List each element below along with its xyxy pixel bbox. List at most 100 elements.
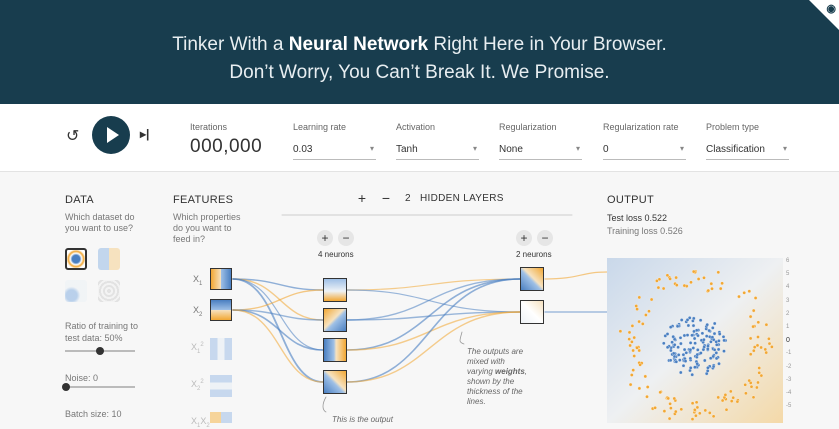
data-point-positive — [688, 366, 693, 370]
data-point-negative — [635, 346, 639, 350]
data-point-negative — [645, 385, 650, 389]
regularization-rate-select[interactable]: 0 ▾ — [603, 144, 686, 160]
data-point-positive — [715, 343, 719, 347]
layer2-add-neuron-button[interactable]: + — [516, 230, 532, 246]
feature-x2-label: X2 — [193, 305, 203, 318]
data-point-positive — [695, 361, 699, 366]
data-point-negative — [744, 391, 748, 396]
data-point-positive — [696, 333, 700, 338]
layer1-neuron-2[interactable] — [323, 308, 347, 332]
data-point-negative — [644, 313, 648, 317]
data-point-negative — [720, 281, 724, 286]
axis-tick-label: 4 — [786, 284, 790, 291]
learning-rate-select[interactable]: 0.03 ▾ — [293, 144, 376, 160]
dataset-spiral[interactable] — [98, 280, 120, 302]
iterations-value: 000,000 — [190, 136, 263, 157]
data-point-positive — [674, 360, 679, 364]
data-point-positive — [668, 358, 673, 363]
noise-slider-knob[interactable] — [62, 383, 70, 391]
data-point-positive — [701, 347, 706, 352]
layer2-neuron-1[interactable] — [520, 267, 544, 291]
noise-label: Noise: 0 — [65, 373, 99, 383]
data-point-negative — [729, 389, 733, 394]
data-point-negative — [665, 273, 670, 278]
iterations-label: Iterations — [190, 122, 228, 132]
ratio-slider-knob[interactable] — [96, 347, 104, 355]
data-point-negative — [690, 417, 695, 421]
data-point-negative — [647, 309, 651, 313]
data-point-negative — [694, 413, 698, 418]
data-point-positive — [688, 356, 693, 361]
data-point-positive — [696, 348, 700, 352]
data-point-negative — [702, 276, 706, 280]
data-point-positive — [672, 343, 677, 347]
feature-x1x2[interactable] — [210, 412, 232, 423]
data-point-negative — [675, 283, 679, 287]
axis-tick-label: -5 — [786, 403, 792, 410]
data-point-negative — [672, 396, 677, 401]
remove-layer-button[interactable]: − — [378, 190, 394, 206]
feature-x2-squared[interactable] — [210, 375, 232, 397]
batch-size-label: Batch size: 10 — [65, 409, 122, 419]
step-forward-icon[interactable]: ▸| — [140, 127, 149, 141]
layer1-neuron-1[interactable] — [323, 278, 347, 302]
reset-icon[interactable]: ↺ — [66, 126, 79, 146]
dataset-gaussian[interactable] — [65, 280, 87, 302]
feature-x1-squared[interactable] — [210, 338, 232, 360]
feature-x1x2-label: X1X2 — [191, 416, 210, 429]
layer1-neuron-3[interactable] — [323, 338, 347, 362]
layer1-neuron-4[interactable] — [323, 370, 347, 394]
layer1-add-neuron-button[interactable]: + — [317, 230, 333, 246]
data-point-positive — [707, 328, 711, 333]
data-point-negative — [755, 385, 759, 390]
layer2-remove-neuron-button[interactable]: − — [537, 230, 553, 246]
data-point-negative — [628, 382, 633, 387]
data-point-positive — [712, 348, 717, 352]
github-corner-icon[interactable]: ◉ — [809, 0, 839, 30]
data-point-positive — [686, 323, 691, 328]
feature-x2[interactable] — [210, 299, 232, 321]
ratio-label-line2: test data: 50% — [65, 333, 123, 343]
dataset-circle[interactable] — [65, 248, 87, 270]
data-point-positive — [691, 346, 696, 350]
problem-type-select[interactable]: Classification ▾ — [706, 144, 789, 160]
data-point-negative — [710, 286, 714, 291]
data-point-positive — [693, 341, 697, 345]
chevron-down-icon: ▾ — [575, 144, 580, 153]
data-point-positive — [722, 349, 726, 353]
activation-select[interactable]: Tanh ▾ — [396, 144, 479, 160]
regularization-rate-label: Regularization rate — [603, 122, 679, 132]
dataset-xor[interactable] — [98, 248, 120, 270]
data-point-negative — [747, 378, 751, 383]
data-point-positive — [692, 336, 697, 341]
data-point-negative — [641, 322, 645, 326]
data-point-positive — [690, 333, 694, 338]
data-point-negative — [658, 390, 662, 395]
data-point-negative — [752, 345, 757, 349]
layer2-neuron-2[interactable] — [520, 300, 544, 324]
hidden-layers-title: HIDDEN LAYERS — [420, 193, 504, 204]
problem-type-label: Problem type — [706, 122, 760, 132]
data-point-positive — [676, 353, 681, 357]
data-point-positive — [717, 339, 721, 343]
axis-tick-label: -1 — [786, 350, 792, 357]
regularization-select[interactable]: None ▾ — [499, 144, 582, 160]
data-point-positive — [662, 341, 666, 346]
data-point-positive — [712, 321, 717, 326]
noise-slider-track[interactable] — [65, 386, 135, 388]
data-point-negative — [627, 330, 632, 335]
data-point-positive — [668, 325, 673, 329]
header-title-line2: Don’t Worry, You Can’t Break It. We Prom… — [229, 62, 610, 83]
data-point-negative — [645, 394, 649, 399]
add-layer-button[interactable]: + — [354, 190, 370, 206]
layer1-remove-neuron-button[interactable]: − — [338, 230, 354, 246]
data-point-negative — [748, 314, 753, 319]
data-point-negative — [690, 401, 695, 405]
feature-x1[interactable] — [210, 268, 232, 290]
data-point-negative — [618, 329, 623, 333]
data-point-positive — [685, 333, 690, 337]
data-point-positive — [688, 347, 693, 352]
data-point-positive — [693, 365, 697, 369]
data-point-positive — [702, 337, 706, 342]
play-button[interactable] — [92, 116, 130, 154]
